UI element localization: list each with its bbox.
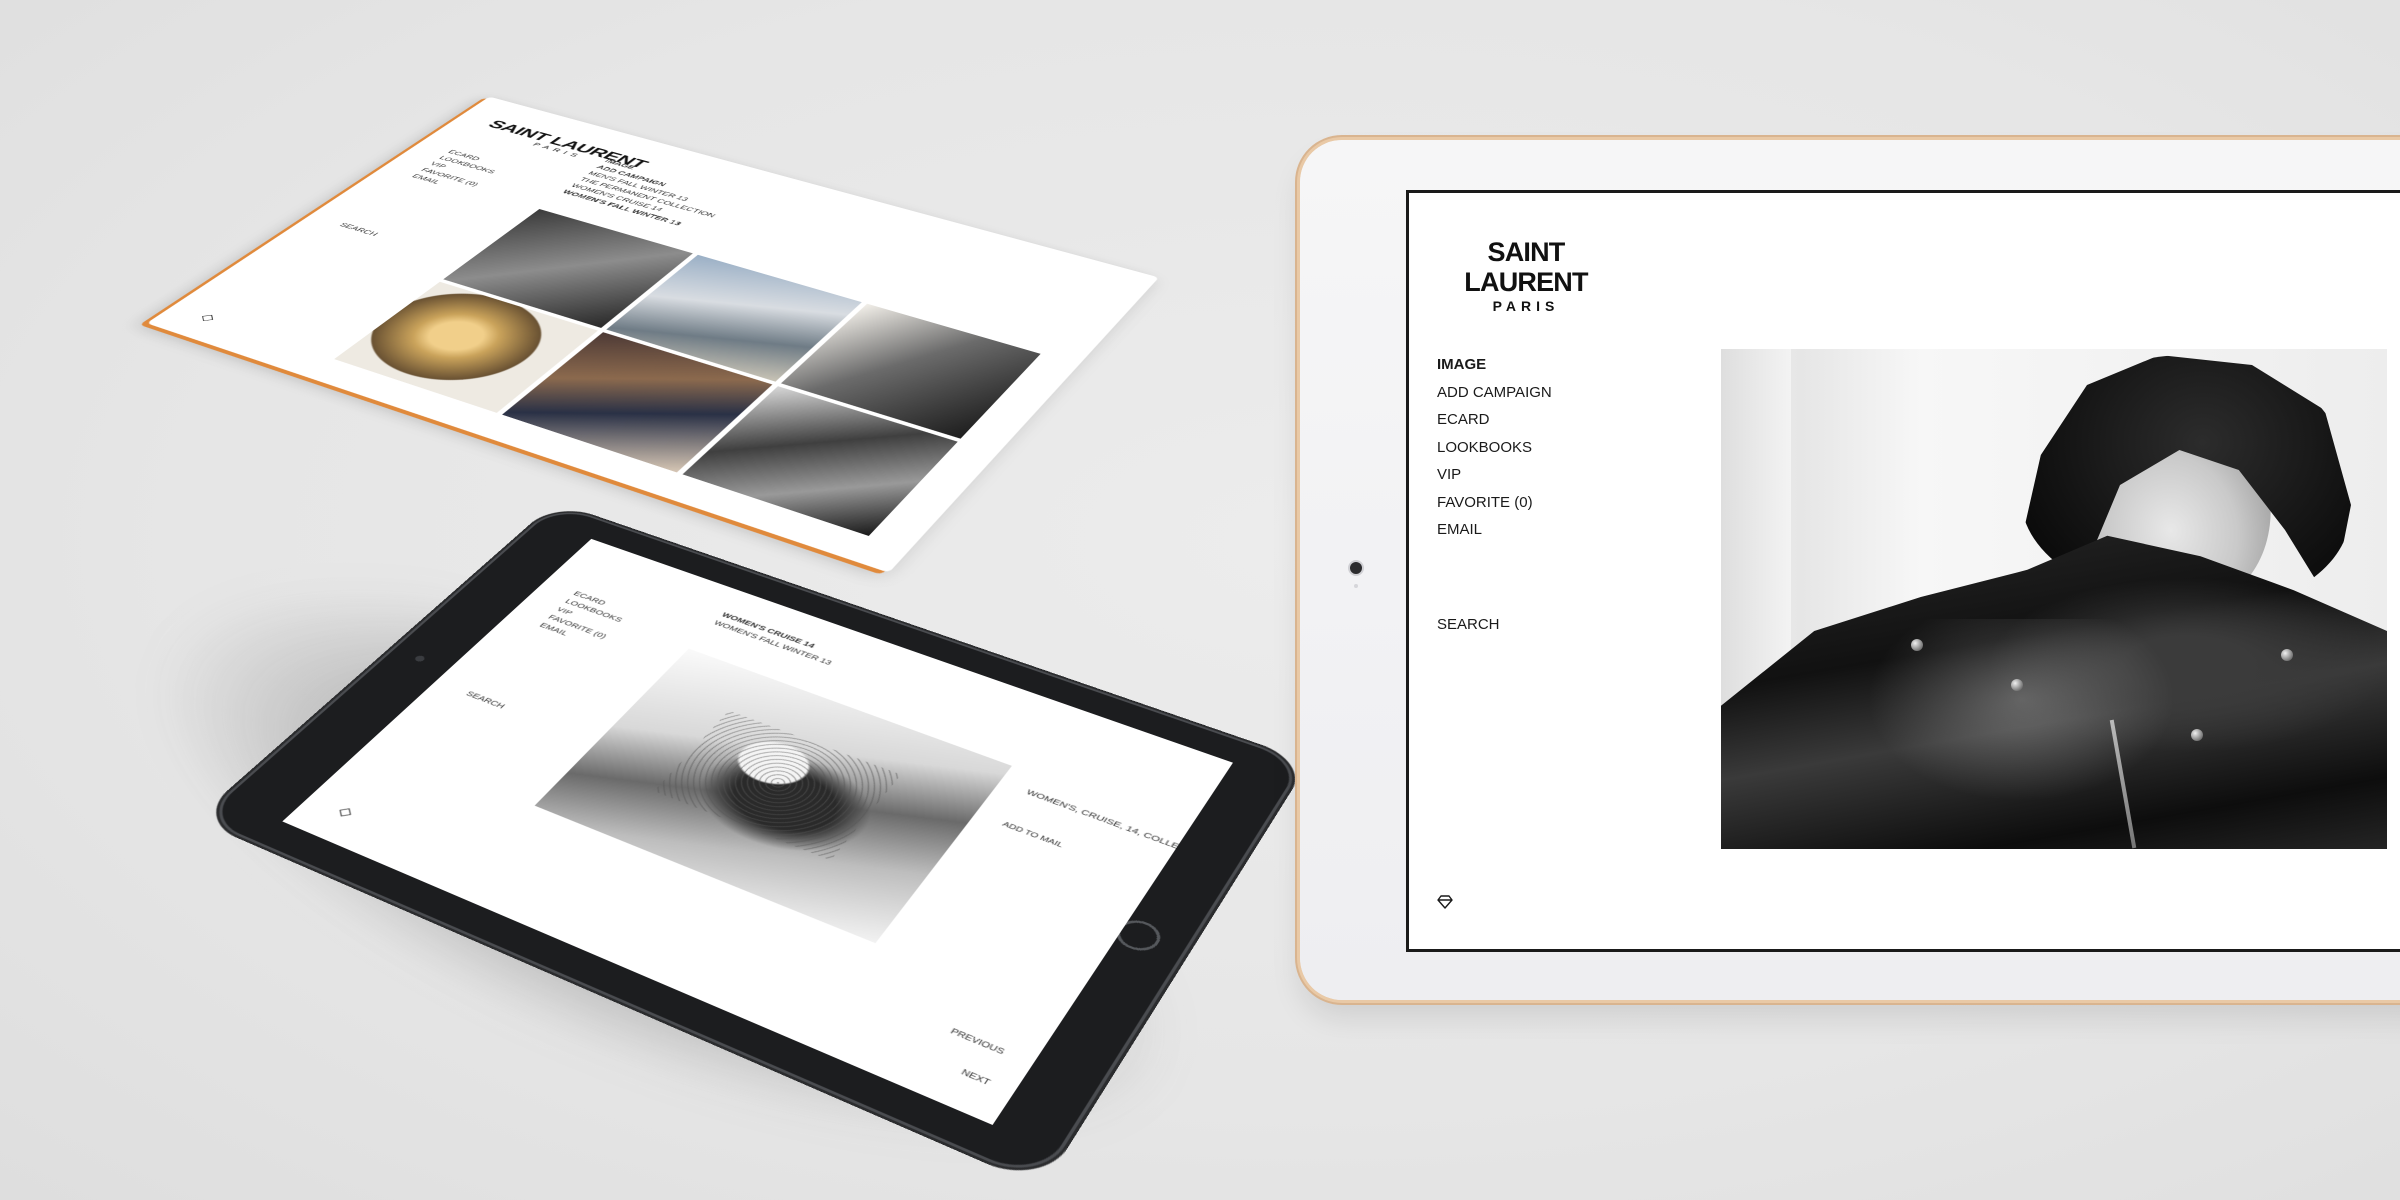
image-grid: [334, 209, 1041, 537]
nav-item-email[interactable]: EMAIL: [1437, 516, 1552, 544]
grid-photo[interactable]: [780, 303, 1041, 439]
brand-sub: PARIS: [1492, 298, 1560, 314]
nav-item-favorite[interactable]: FAVORITE (0): [1437, 489, 1552, 517]
grid-photo[interactable]: [682, 386, 958, 537]
photo-stud: [1911, 639, 1923, 651]
nav-item-ecard[interactable]: ECARD: [1437, 406, 1552, 434]
diamond-icon[interactable]: [339, 808, 352, 817]
campaign-photo[interactable]: [1721, 349, 2387, 849]
dark-tablet: WOMEN'S CRUISE 14 WOMEN'S FALL WINTER 13…: [203, 505, 1303, 1181]
photo-stud: [2281, 649, 2293, 661]
mockup-scene: WOMEN'S CRUISE 14 WOMEN'S FALL WINTER 13…: [0, 0, 2400, 1200]
grid-photo[interactable]: [334, 281, 599, 414]
side-nav: ECARD LOOKBOOKS VIP FAVORITE (0) EMAIL: [408, 149, 508, 195]
grid-photo[interactable]: [502, 332, 773, 473]
left-3d-composition: WOMEN'S CRUISE 14 WOMEN'S FALL WINTER 13…: [60, 40, 1303, 1181]
camera-icon: [1350, 562, 1362, 574]
side-nav: IMAGE ADD CAMPAIGN ECARD LOOKBOOKS VIP F…: [1437, 351, 1552, 544]
nav-item-image[interactable]: IMAGE: [1437, 351, 1552, 379]
diamond-icon[interactable]: [1437, 895, 1453, 909]
nav-item-vip[interactable]: VIP: [1437, 461, 1552, 489]
brand-logo[interactable]: SAINT LAURENT PARIS: [1435, 237, 1617, 315]
nav-item-lookbooks[interactable]: LOOKBOOKS: [1437, 434, 1552, 462]
sensor-icon: [1354, 584, 1358, 588]
dark-tablet-screen: WOMEN'S CRUISE 14 WOMEN'S FALL WINTER 13…: [282, 538, 1234, 1126]
photo-caption: WOMEN'S, CRUISE, 14, COLLECT: [1024, 788, 1195, 856]
next-link[interactable]: NEXT: [959, 1068, 992, 1087]
search-link[interactable]: SEARCH: [1437, 616, 1500, 633]
diamond-icon[interactable]: [201, 314, 214, 322]
tablet-screen: SAINT LAURENT PARIS IMAGE ADD CAMPAIGN E…: [1406, 190, 2400, 952]
photo-stud: [2191, 729, 2203, 741]
product-photo[interactable]: [534, 648, 1012, 944]
floating-screen: SAINT LAURENT PARIS IMAGE ADD CAMPAIGN M…: [146, 96, 1159, 573]
photo-highlight: [1841, 619, 2201, 819]
side-nav: ECARD LOOKBOOKS VIP FAVORITE (0) EMAIL: [536, 589, 634, 649]
gold-tablet: SAINT LAURENT PARIS IMAGE ADD CAMPAIGN E…: [1300, 140, 2400, 1000]
search-link[interactable]: SEARCH: [464, 690, 507, 710]
camera-icon: [413, 654, 427, 663]
add-to-mail-link[interactable]: ADD TO MAIL: [1000, 821, 1064, 850]
search-link[interactable]: SEARCH: [337, 222, 379, 237]
brand-name: SAINT LAURENT: [1464, 237, 1588, 297]
previous-link[interactable]: PREVIOUS: [948, 1027, 1006, 1056]
photo-stud: [2011, 679, 2023, 691]
collections-list: WOMEN'S CRUISE 14 WOMEN'S FALL WINTER 13: [710, 611, 841, 668]
nav-item-add-campaign[interactable]: ADD CAMPAIGN: [1437, 379, 1552, 407]
grid-photo[interactable]: [443, 209, 694, 329]
